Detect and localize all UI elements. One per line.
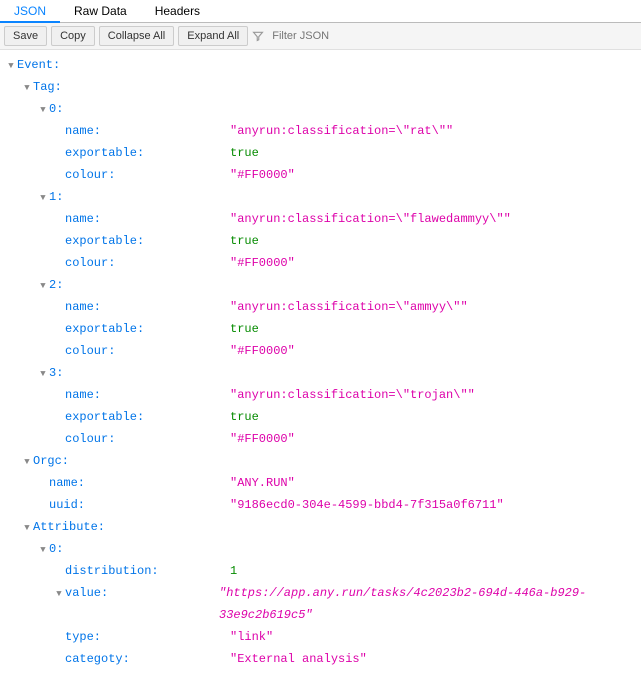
node-tag-3-colour[interactable]: colour: "#FF0000" (6, 428, 635, 450)
key-name[interactable]: name: (65, 124, 109, 138)
chevron-down-icon[interactable]: ▼ (38, 545, 48, 555)
tab-raw-data[interactable]: Raw Data (60, 0, 141, 22)
value-tag-0-name: "anyrun:classification=\"rat\"" (230, 120, 453, 142)
chevron-down-icon[interactable]: ▼ (38, 281, 48, 291)
node-tag[interactable]: ▼ Tag: (6, 76, 635, 98)
key-name[interactable]: name: (65, 388, 109, 402)
filter-icon (252, 30, 264, 42)
key-uuid[interactable]: uuid: (49, 498, 93, 512)
filter-wrap (252, 28, 368, 44)
value-colour: "#FF0000" (230, 252, 295, 274)
node-tag-1-exportable[interactable]: exportable: true (6, 230, 635, 252)
key-type[interactable]: type: (65, 630, 109, 644)
node-tag-0-colour[interactable]: colour: "#FF0000" (6, 164, 635, 186)
key-exportable[interactable]: exportable: (65, 146, 152, 160)
copy-button[interactable]: Copy (51, 26, 95, 46)
value-colour: "#FF0000" (230, 164, 295, 186)
chevron-down-icon[interactable]: ▼ (6, 61, 16, 71)
key-index-2[interactable]: 2: (49, 274, 169, 296)
key-distribution[interactable]: distribution: (65, 564, 167, 578)
node-attr-type[interactable]: type: "link" (6, 626, 635, 648)
key-index-3[interactable]: 3: (49, 362, 169, 384)
value-tag-2-name: "anyrun:classification=\"ammyy\"" (230, 296, 468, 318)
node-tag-2[interactable]: ▼ 2: (6, 274, 635, 296)
key-exportable[interactable]: exportable: (65, 234, 152, 248)
key-index-0[interactable]: 0: (49, 98, 169, 120)
key-value[interactable]: value: (65, 586, 116, 600)
tab-json[interactable]: JSON (0, 0, 60, 23)
filter-input[interactable] (268, 28, 368, 44)
value-true: true (230, 142, 259, 164)
node-tag-2-exportable[interactable]: exportable: true (6, 318, 635, 340)
value-orgc-uuid: "9186ecd0-304e-4599-bbd4-7f315a0f6711" (230, 494, 504, 516)
chevron-down-icon[interactable]: ▼ (38, 369, 48, 379)
key-event[interactable]: Event: (17, 54, 137, 76)
chevron-down-icon[interactable]: ▼ (38, 105, 48, 115)
key-attribute[interactable]: Attribute: (33, 516, 153, 538)
chevron-down-icon[interactable]: ▼ (22, 523, 32, 533)
expand-all-button[interactable]: Expand All (178, 26, 248, 46)
node-tag-3-exportable[interactable]: exportable: true (6, 406, 635, 428)
node-tag-3-name[interactable]: name: "anyrun:classification=\"trojan\"" (6, 384, 635, 406)
key-category[interactable]: categoty: (65, 652, 138, 666)
collapse-all-button[interactable]: Collapse All (99, 26, 174, 46)
key-colour[interactable]: colour: (65, 432, 123, 446)
value-true: true (230, 406, 259, 428)
value-type: "link" (230, 626, 273, 648)
key-orgc[interactable]: Orgc: (33, 450, 153, 472)
node-attribute[interactable]: ▼ Attribute: (6, 516, 635, 538)
tab-headers[interactable]: Headers (141, 0, 214, 22)
key-index-1[interactable]: 1: (49, 186, 169, 208)
save-button[interactable]: Save (4, 26, 47, 46)
value-tag-3-name: "anyrun:classification=\"trojan\"" (230, 384, 475, 406)
value-tag-1-name: "anyrun:classification=\"flawedammyy\"" (230, 208, 511, 230)
node-event[interactable]: ▼ Event: (6, 54, 635, 76)
key-name[interactable]: name: (65, 212, 109, 226)
value-distribution: 1 (230, 560, 237, 582)
key-index-0[interactable]: 0: (49, 538, 169, 560)
value-category: "External analysis" (230, 648, 367, 670)
node-attr-value[interactable]: ▼ value: "https://app.any.run/tasks/4c20… (6, 582, 635, 626)
value-colour: "#FF0000" (230, 340, 295, 362)
node-attribute-0[interactable]: ▼ 0: (6, 538, 635, 560)
key-name[interactable]: name: (65, 300, 109, 314)
node-orgc[interactable]: ▼ Orgc: (6, 450, 635, 472)
node-tag-0-exportable[interactable]: exportable: true (6, 142, 635, 164)
node-tag-0-name[interactable]: name: "anyrun:classification=\"rat\"" (6, 120, 635, 142)
key-name[interactable]: name: (49, 476, 93, 490)
node-tag-0[interactable]: ▼ 0: (6, 98, 635, 120)
toolbar: Save Copy Collapse All Expand All (0, 23, 641, 50)
key-exportable[interactable]: exportable: (65, 322, 152, 336)
node-attr-distribution[interactable]: distribution: 1 (6, 560, 635, 582)
node-tag-2-colour[interactable]: colour: "#FF0000" (6, 340, 635, 362)
key-colour[interactable]: colour: (65, 344, 123, 358)
node-tag-1-colour[interactable]: colour: "#FF0000" (6, 252, 635, 274)
chevron-down-icon[interactable]: ▼ (22, 457, 32, 467)
node-orgc-name[interactable]: name: "ANY.RUN" (6, 472, 635, 494)
node-tag-1[interactable]: ▼ 1: (6, 186, 635, 208)
json-tree: ▼ Event: ▼ Tag: ▼ 0: name: "anyrun:class… (0, 50, 641, 674)
key-colour[interactable]: colour: (65, 256, 123, 270)
key-exportable[interactable]: exportable: (65, 410, 152, 424)
value-attr-value: "https://app.any.run/tasks/4c2023b2-694d… (219, 582, 635, 626)
chevron-down-icon[interactable]: ▼ (38, 193, 48, 203)
value-colour: "#FF0000" (230, 428, 295, 450)
value-orgc-name: "ANY.RUN" (230, 472, 295, 494)
key-tag[interactable]: Tag: (33, 76, 153, 98)
node-attr-category[interactable]: categoty: "External analysis" (6, 648, 635, 670)
chevron-down-icon[interactable]: ▼ (22, 83, 32, 93)
node-tag-3[interactable]: ▼ 3: (6, 362, 635, 384)
view-tabs: JSON Raw Data Headers (0, 0, 641, 23)
node-tag-2-name[interactable]: name: "anyrun:classification=\"ammyy\"" (6, 296, 635, 318)
node-orgc-uuid[interactable]: uuid: "9186ecd0-304e-4599-bbd4-7f315a0f6… (6, 494, 635, 516)
key-colour[interactable]: colour: (65, 168, 123, 182)
value-true: true (230, 318, 259, 340)
value-true: true (230, 230, 259, 252)
node-tag-1-name[interactable]: name: "anyrun:classification=\"flawedamm… (6, 208, 635, 230)
